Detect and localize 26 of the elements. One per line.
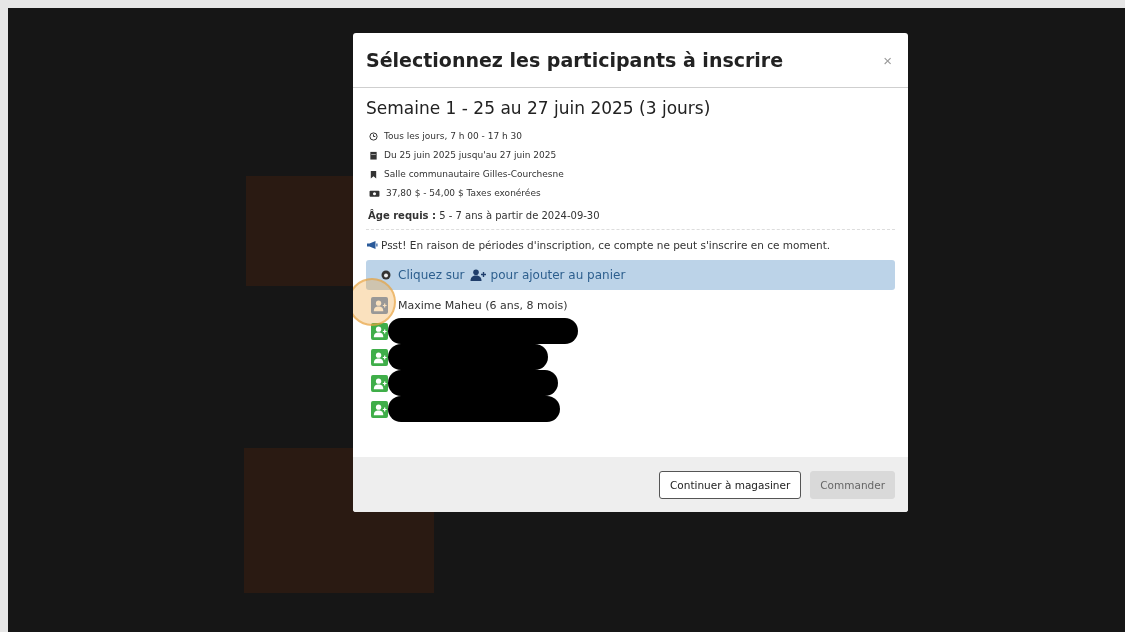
hint-text: Cliquez sur <box>398 268 465 282</box>
click-highlight <box>353 278 396 326</box>
banknote-icon <box>369 188 380 198</box>
age-requirement: Âge requis : 5 - 7 ans à partir de 2024-09-30 <box>368 210 601 221</box>
detail-text: Tous les jours, 7 h 00 - 17 h 30 <box>384 131 523 141</box>
info-circle-icon <box>381 270 391 280</box>
detail-text: 37,80 $ - 54,00 $ Taxes exonérées <box>386 188 541 198</box>
detail-text: Salle communautaire Gilles-Courchesne <box>384 169 564 179</box>
add-user-icon[interactable] <box>371 400 388 418</box>
detail-text: Du 25 juin 2025 jusqu'au 27 juin 2025 <box>384 150 557 160</box>
add-user-icon[interactable] <box>371 348 388 366</box>
add-user-icon[interactable] <box>371 296 388 314</box>
notice-text: Psst! En raison de périodes d'inscription, ce compte ne peut s'inscrire en ce moment. <box>381 239 831 251</box>
continue-shopping-button[interactable]: Continuer à magasiner <box>659 470 802 499</box>
megaphone-icon <box>366 240 378 250</box>
calendar-icon <box>369 150 378 160</box>
activity-title: Semaine 1 - 25 au 27 juin 2025 (3 jours) <box>366 98 712 118</box>
clock-icon <box>369 131 378 141</box>
close-button[interactable]: × <box>879 49 896 71</box>
participant-name: Maxime Maheu (6 ans, 8 mois) <box>398 298 568 312</box>
hint-text: pour ajouter au panier <box>490 268 626 282</box>
add-user-icon[interactable] <box>371 374 388 392</box>
add-user-icon[interactable] <box>371 322 388 340</box>
bookmark-icon <box>369 169 378 179</box>
modal-title: Sélectionnez les participants à inscrire <box>366 49 784 71</box>
add-user-icon <box>469 269 486 281</box>
